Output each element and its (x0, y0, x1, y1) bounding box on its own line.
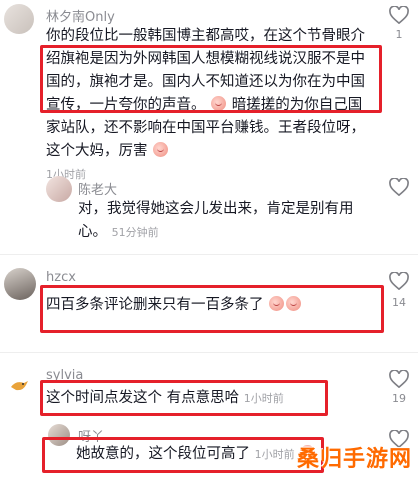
comment-text: 对，我觉得她这会儿发出来，肯定是别有用心。 51分钟前 (78, 198, 378, 244)
like-count: 1 (395, 28, 403, 41)
comment-time: 51分钟前 (111, 226, 159, 239)
avatar[interactable] (46, 176, 72, 202)
like-count: 14 (392, 296, 406, 309)
like-heart-icon[interactable] (389, 178, 409, 196)
avatar[interactable] (4, 4, 34, 34)
comment-username[interactable]: 林夕南Only (46, 6, 115, 25)
comment-username[interactable]: hzcx (46, 270, 76, 285)
like-heart-icon[interactable] (389, 6, 409, 24)
like-heart-icon[interactable] (389, 370, 409, 388)
bird-avatar-icon (11, 381, 28, 391)
comment-username[interactable]: 陈老大 (78, 179, 117, 198)
highlight-box (42, 437, 324, 473)
avatar[interactable] (4, 268, 36, 300)
like-heart-icon[interactable] (389, 272, 409, 290)
watermark-logo: 桑归手游网 (296, 447, 412, 472)
divider (0, 254, 418, 255)
highlight-box (40, 285, 384, 333)
avatar[interactable] (6, 372, 32, 398)
emoji-icon (153, 142, 169, 157)
like-count: 19 (392, 392, 406, 405)
divider (0, 352, 418, 353)
highlight-box (40, 380, 328, 416)
highlight-box (40, 45, 382, 113)
